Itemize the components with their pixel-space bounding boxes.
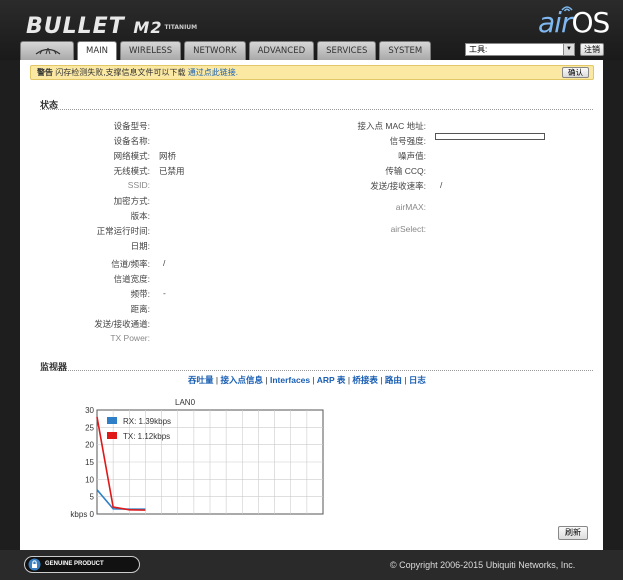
label-airmax: airMAX: [395,202,426,212]
lock-icon [28,558,41,571]
label-channel-width: 信道宽度: [113,274,150,284]
signal-strength-bar [435,133,545,140]
tab-system[interactable]: SYSTEM [379,41,432,60]
label-distance: 距离: [130,304,150,314]
value-channel-frequency: / [163,258,166,268]
product-edition: TITANIUM [164,23,198,31]
chart-y-tick-label: 10 [85,475,94,484]
header: BULLET M2 TITANIUM airOS MAIN WIRELESS NE… [0,0,623,61]
tab-services[interactable]: SERVICES [317,41,377,60]
chart-legend-swatch [107,417,117,424]
value-wireless-mode: 已禁用 [159,166,185,176]
logout-button[interactable]: 注销 [580,43,604,56]
label-tx-rx-chains: 发送/接收通道: [94,319,150,329]
chevron-down-icon: ▼ [563,44,574,55]
chart-legend-swatch [107,432,117,439]
airos-air: air [538,6,572,39]
throughput-chart: kbps 0 5 10 15 20 25 30 LAN0 RX: 1.39kbps TX: 1.1… [70,398,324,519]
refresh-button[interactable]: 刷新 [558,526,588,540]
tab-ubnt-logo[interactable] [20,41,74,60]
label-date: 日期: [130,241,150,251]
chart-y-tick-label: 15 [85,458,94,467]
badge-text: GENUINE PRODUCT [45,561,104,567]
label-network-mode: 网络模式: [113,151,150,161]
value-network-mode: 网桥 [159,151,177,161]
chart-y-tick-label: 5 [90,493,95,502]
chart-y-tick-label: kbps 0 [70,510,94,519]
tab-wireless[interactable]: WIRELESS [120,41,182,60]
link-separator: | [347,375,351,385]
link-separator: | [404,375,407,385]
tab-advanced[interactable]: ADVANCED [248,41,315,60]
product-model: M2 [133,18,163,37]
link-bridge-table[interactable]: 桥接表 [352,375,378,385]
link-separator: | [380,375,383,385]
label-wireless-mode: 无线模式: [113,166,150,176]
chart-legend-label: RX: 1.39kbps [123,417,171,426]
link-routes[interactable]: 路由 [385,375,402,385]
chart-y-tick-label: 30 [85,406,94,415]
chart-title: LAN0 [175,398,196,407]
copyright-text: © Copyright 2006-2015 Ubiquiti Networks,… [390,560,576,570]
label-encryption: 加密方式: [113,196,150,206]
main-tabs: MAIN WIRELESS NETWORK ADVANCED SERVICES … [20,41,434,61]
label-signal-strength: 信号强度: [389,136,426,146]
label-uptime: 正常运行时间: [96,226,150,236]
tools-select-value: 工具: [469,45,488,54]
label-device-name: 设备名称: [113,136,150,146]
label-ap-mac: 接入点 MAC 地址: [357,121,426,131]
tab-main[interactable]: MAIN [77,41,118,61]
chart-y-tick-label: 25 [85,423,94,432]
ubnt-logo-icon [35,47,61,55]
label-version: 版本: [130,211,150,221]
label-channel-frequency: 信道/频率: [111,259,150,269]
value-tx-rx-rate: / [440,180,443,190]
label-tx-rx-rate: 发送/接收速率: [370,181,426,191]
chart-y-tick-label: 20 [85,441,94,450]
label-device-model: 设备型号: [113,121,150,131]
product-name: BULLET [26,14,125,39]
warning-link[interactable]: 通过点此链接. [188,68,238,77]
airos-logo: airOS [538,6,610,39]
main-panel: 警告 闪存检测失败,支撑信息文件可以下载 通过点此链接. 确认 状态 设备型号:… [20,60,603,550]
monitor-divider [40,370,593,371]
warning-message: 闪存检测失败,支撑信息文件可以下载 [55,68,186,77]
link-arp-table[interactable]: ARP 表 [317,375,346,385]
link-log[interactable]: 日志 [409,375,426,385]
link-separator: | [215,375,219,385]
value-band: - [163,288,166,298]
label-ssid: SSID: [127,180,150,190]
link-separator: | [265,375,268,385]
confirm-button[interactable]: 确认 [562,67,589,78]
label-band: 频带: [130,289,150,299]
tab-network[interactable]: NETWORK [184,41,246,60]
link-separator: | [312,375,315,385]
link-ap-info[interactable]: 接入点信息 [220,375,263,385]
label-tx-power: TX Power: [110,333,150,343]
warning-bar: 警告 闪存检测失败,支撑信息文件可以下载 通过点此链接. 确认 [30,65,594,80]
warning-prefix: 警告 [37,68,53,77]
status-divider [40,109,593,110]
genuine-product-badge: GENUINE PRODUCT [24,556,140,573]
link-throughput[interactable]: 吞吐量 [188,375,214,385]
monitor-links: 吞吐量 | 接入点信息 | Interfaces | ARP 表 | 桥接表 |… [188,374,426,386]
label-airselect: airSelect: [390,224,426,234]
footer: GENUINE PRODUCT © Copyright 2006-2015 Ub… [0,550,623,580]
monitor-title: 监视器 [40,362,68,372]
label-transmit-ccq: 传输 CCQ: [385,166,426,176]
product-logo: BULLET M2 TITANIUM [26,14,197,39]
link-interfaces[interactable]: Interfaces [270,375,310,385]
chart-legend-label: TX: 1.12kbps [123,432,170,441]
label-noise-floor: 噪声值: [398,151,426,161]
tools-select[interactable]: 工具: ▼ [465,43,575,56]
airos-os: OS [571,6,610,39]
